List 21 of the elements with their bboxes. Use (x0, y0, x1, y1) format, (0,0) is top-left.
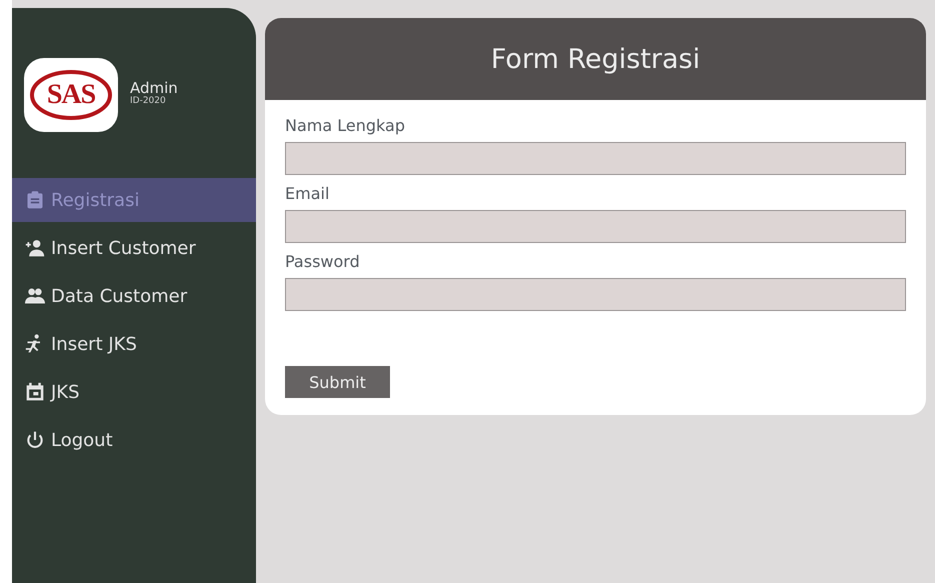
calendar-icon (25, 382, 45, 402)
menu-item[interactable]: Logout (12, 418, 256, 462)
people-icon (25, 286, 45, 306)
submit-button[interactable]: Submit (285, 366, 390, 398)
clipboard-icon (25, 190, 45, 210)
user-name: Admin (130, 80, 178, 96)
menu-item[interactable]: JKS (12, 370, 256, 414)
input-field[interactable] (285, 210, 906, 243)
user-id: ID-2020 (130, 96, 167, 107)
form-title: Form Registrasi (490, 44, 700, 74)
person-add-icon (25, 238, 45, 258)
menu-item[interactable]: Insert Customer (12, 226, 256, 270)
field-label: Email (285, 184, 330, 204)
field-label: Password (285, 252, 360, 272)
input-field[interactable] (285, 278, 906, 311)
menu-item[interactable]: Insert JKS (12, 322, 256, 366)
logo-icon: SAS (24, 58, 118, 132)
input-field[interactable] (285, 142, 906, 175)
power-icon (25, 430, 45, 450)
menu-item[interactable]: Data Customer (12, 274, 256, 318)
field-label: Nama Lengkap (285, 116, 405, 136)
